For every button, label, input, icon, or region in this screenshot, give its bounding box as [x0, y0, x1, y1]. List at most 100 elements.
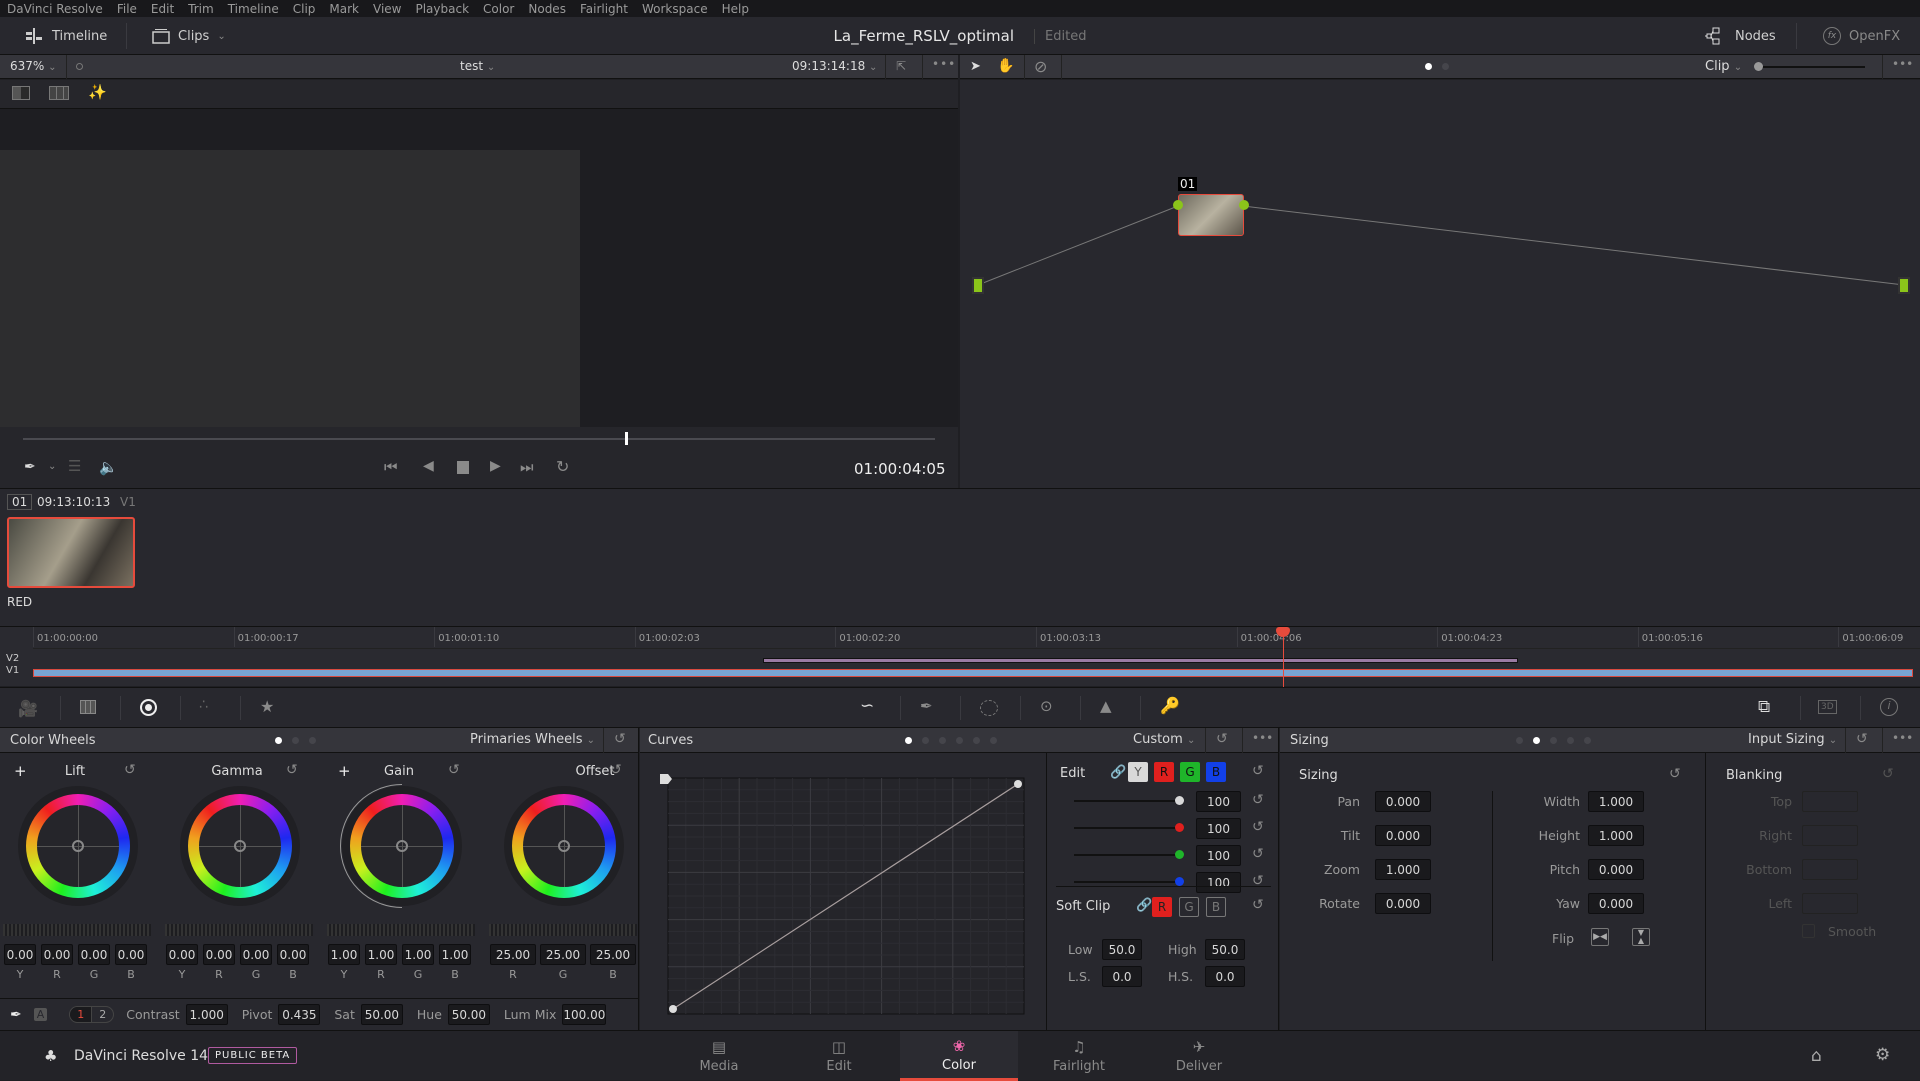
channel-y-button[interactable]: Y — [1128, 762, 1148, 782]
scrub-bar[interactable] — [23, 438, 935, 440]
reset-icon[interactable]: ↺ — [1882, 766, 1894, 782]
channel-r-button[interactable]: R — [1154, 762, 1174, 782]
intensity-slider-handle[interactable] — [1175, 877, 1184, 886]
page-dot[interactable] — [973, 737, 980, 744]
menu-workspace[interactable]: Workspace — [635, 2, 715, 16]
menu-color[interactable]: Color — [476, 2, 521, 16]
zoom-dropdown[interactable]: 637% ⌄ — [10, 59, 57, 73]
sizing-field-rotate[interactable]: 0.000 — [1375, 893, 1431, 914]
page-1-button[interactable]: 1 — [70, 1007, 92, 1022]
intensity-slider-handle[interactable] — [1175, 796, 1184, 805]
timeline-name-dropdown[interactable]: test ⌄ — [460, 59, 495, 73]
reset-icon[interactable]: ↺ — [286, 762, 298, 778]
node-zoom-handle[interactable] — [1754, 62, 1763, 71]
curve-control-point[interactable] — [669, 1005, 677, 1013]
color-wheel-gain[interactable] — [340, 784, 462, 908]
softclip-g-button[interactable]: G — [1179, 897, 1199, 917]
more-options-icon[interactable]: ••• — [1252, 731, 1273, 745]
wheel-value-y[interactable]: 1.00 — [328, 944, 360, 965]
color-wheels-icon[interactable] — [140, 699, 157, 716]
play-icon[interactable]: ▶ — [490, 458, 501, 474]
color-wheel-offset[interactable] — [504, 786, 624, 906]
wheel-page-toggle[interactable]: 1 2 — [69, 1006, 115, 1023]
blur-icon[interactable]: ▲ — [1100, 697, 1112, 715]
wheel-value-r[interactable]: 25.00 — [490, 944, 536, 965]
motion-effects-icon[interactable]: ★ — [260, 697, 274, 716]
wheel-master-slider[interactable] — [327, 924, 475, 936]
page-dot[interactable] — [1550, 737, 1557, 744]
more-options-icon[interactable]: ••• — [932, 57, 956, 71]
intensity-slider-b[interactable] — [1074, 881, 1179, 883]
page-tab-media[interactable]: ▤ Media — [660, 1031, 778, 1081]
wheel-master-slider[interactable] — [489, 924, 637, 936]
auto-balance-icon[interactable]: ✒ — [10, 1007, 22, 1023]
blanking-field-right[interactable] — [1802, 825, 1858, 846]
hs-field[interactable]: 0.0 — [1205, 966, 1245, 987]
menu-app[interactable]: DaVinci Resolve — [0, 2, 110, 16]
chevron-down-icon[interactable]: ⌄ — [48, 461, 56, 472]
menu-edit[interactable]: Edit — [144, 2, 181, 16]
sizing-field-tilt[interactable]: 0.000 — [1375, 825, 1431, 846]
wheel-value-g[interactable]: 0.00 — [78, 944, 110, 965]
mini-timeline[interactable]: 01:00:00:00 01:00:00:17 01:00:01:10 01:00:0… — [0, 626, 1920, 687]
page-dot[interactable] — [905, 737, 912, 744]
menu-timeline[interactable]: Timeline — [221, 2, 286, 16]
sizing-field-pitch[interactable]: 0.000 — [1588, 859, 1644, 880]
page-dot[interactable] — [1516, 737, 1523, 744]
page-tab-deliver[interactable]: ✈ Deliver — [1140, 1031, 1258, 1081]
pointer-icon[interactable]: ➤ — [970, 59, 981, 74]
sizing-icon[interactable]: ⧉ — [1758, 697, 1770, 717]
reset-icon[interactable]: ↺ — [1252, 897, 1264, 913]
color-wheel-lift[interactable] — [18, 786, 138, 906]
intensity-field-r[interactable]: 100 — [1196, 818, 1241, 839]
curve-control-point[interactable] — [1014, 780, 1022, 788]
wheel-value-g[interactable]: 25.00 — [540, 944, 586, 965]
menu-clip[interactable]: Clip — [286, 2, 323, 16]
wheel-value-b[interactable]: 1.00 — [439, 944, 471, 965]
node-editor[interactable]: 01 — [960, 80, 1920, 488]
wheel-value-r[interactable]: 1.00 — [365, 944, 397, 965]
input-node-handle[interactable] — [972, 277, 984, 294]
wheels-mode-dropdown[interactable]: Primaries Wheels ⌄ — [470, 732, 595, 747]
sizing-field-height[interactable]: 1.000 — [1588, 825, 1644, 846]
page-dot[interactable] — [939, 737, 946, 744]
pivot-field[interactable]: 0.435 — [278, 1004, 321, 1025]
reset-icon[interactable]: ↺ — [1252, 819, 1264, 835]
page-dot[interactable] — [922, 737, 929, 744]
intensity-field-g[interactable]: 100 — [1196, 845, 1241, 866]
tracker-icon[interactable]: ⊙ — [1040, 697, 1053, 715]
wheel-value-g[interactable]: 1.00 — [402, 944, 434, 965]
reset-icon[interactable]: ↺ — [124, 762, 136, 778]
v1-clip[interactable] — [33, 669, 1913, 677]
intensity-slider-handle[interactable] — [1175, 823, 1184, 832]
color-match-icon[interactable] — [80, 700, 96, 714]
menu-playback[interactable]: Playback — [408, 2, 476, 16]
openfx-toggle-button[interactable]: fx OpenFX — [1823, 17, 1900, 55]
sizing-field-yaw[interactable]: 0.000 — [1588, 893, 1644, 914]
timeline-toggle-button[interactable]: Timeline — [24, 17, 107, 55]
menu-fairlight[interactable]: Fairlight — [573, 2, 635, 16]
go-to-start-icon[interactable]: ⏮ — [384, 458, 398, 476]
lum-mix-field[interactable]: 100.00 — [562, 1004, 607, 1025]
bypass-icon[interactable]: ⊘ — [1034, 57, 1047, 76]
softclip-r-button[interactable]: R — [1152, 897, 1172, 917]
wheel-value-b[interactable]: 0.00 — [115, 944, 147, 965]
page-dot[interactable] — [990, 737, 997, 744]
wheel-value-y[interactable]: 0.00 — [166, 944, 198, 965]
menu-view[interactable]: View — [366, 2, 408, 16]
menu-trim[interactable]: Trim — [181, 2, 221, 16]
page-dot[interactable] — [1584, 737, 1591, 744]
menu-mark[interactable]: Mark — [322, 2, 366, 16]
intensity-field-y[interactable]: 100 — [1196, 791, 1241, 812]
node-input-dot[interactable] — [1173, 200, 1183, 210]
blanking-field-top[interactable] — [1802, 791, 1858, 812]
magic-wand-icon[interactable]: ✨ — [88, 83, 107, 101]
home-icon[interactable]: ⌂ — [1811, 1046, 1822, 1066]
clip-thumbnail[interactable] — [7, 517, 135, 588]
intensity-field-b[interactable]: 100 — [1196, 872, 1241, 893]
intensity-slider-g[interactable] — [1074, 854, 1179, 856]
split-wipe-icon[interactable] — [12, 86, 30, 100]
info-icon[interactable]: i — [1880, 698, 1898, 716]
v2-clip[interactable] — [763, 658, 1518, 663]
smooth-checkbox[interactable] — [1802, 924, 1815, 938]
